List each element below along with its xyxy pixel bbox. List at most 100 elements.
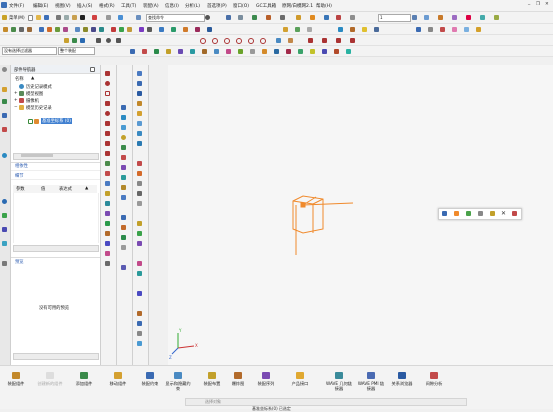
details-header[interactable] [11,172,100,180]
chamfer-icon[interactable] [83,27,88,32]
intersect-icon[interactable] [55,27,60,32]
orient-icon[interactable] [137,311,142,316]
edit-parameters-icon[interactable] [442,211,447,216]
process-studio-tab-icon[interactable] [2,227,7,232]
lip-icon[interactable] [121,235,126,240]
sketch-circle-4-icon[interactable] [236,38,242,44]
revolve-icon[interactable] [11,27,16,32]
mirror-icon[interactable] [119,27,124,32]
snap-pole-icon[interactable] [250,49,255,54]
column-name-header[interactable]: 名称 [15,76,24,82]
section-curve-icon[interactable] [105,251,110,256]
shaded-icon[interactable] [416,27,421,32]
shell-icon[interactable] [91,27,96,32]
copy-icon[interactable] [64,15,69,20]
dart-icon[interactable] [121,225,126,230]
background-icon[interactable] [374,27,379,32]
assembly-navigator-tab-icon[interactable] [2,87,7,92]
static-wire-icon[interactable] [137,201,142,206]
face-analysis-icon[interactable] [137,231,142,236]
cylinder-icon[interactable] [121,115,126,120]
repeat-icon[interactable] [118,15,123,20]
layer-icon[interactable] [280,15,285,20]
command-relationship-browser[interactable]: 关系浏览器 [388,372,416,386]
menu-file[interactable]: 文件(F) [9,3,24,9]
derived-line-icon[interactable] [105,201,110,206]
dimension-icon[interactable] [288,38,293,43]
orient-view-icon[interactable] [266,15,271,20]
material-icon[interactable] [350,27,355,32]
command-assembly-components[interactable]: 装配组件 [2,372,30,386]
redo-icon[interactable] [106,15,111,20]
expand-icon[interactable]: + [14,98,18,103]
command-clearance-analysis[interactable]: 间隙分析 [420,372,448,386]
menu-tools[interactable]: 工具(T) [121,3,136,9]
bridge-icon[interactable] [121,265,126,270]
zoom-input[interactable]: 1 [378,14,411,22]
system-materials-tab-icon[interactable] [2,213,7,218]
mirror-curve-icon[interactable] [105,151,110,156]
display-mode-icon[interactable] [252,15,257,20]
draft-icon[interactable] [99,27,104,32]
undo-icon[interactable] [92,15,97,20]
sketch-circle-6-icon[interactable] [260,38,266,44]
groove-icon[interactable] [121,165,126,170]
snap-point-icon[interactable] [295,27,300,32]
command-product-interface[interactable]: 产品接口 [286,372,314,386]
collapse-icon[interactable]: − [14,105,18,110]
command-wave-geometry-linker[interactable]: WAVE 几何链接器 [324,372,354,391]
camera-view-icon[interactable] [137,291,142,296]
delete-icon[interactable] [80,15,85,20]
wcs-icon[interactable] [310,15,315,20]
reuse-library-tab-icon[interactable] [2,127,7,132]
prompt-input[interactable]: 选择对象 [205,399,221,405]
make-corner-icon[interactable] [105,191,110,196]
refresh-icon[interactable] [137,341,142,346]
menu-button-label[interactable]: 菜单(M) [9,15,25,21]
cut-icon[interactable] [56,15,61,20]
command-exploded-views[interactable]: 爆炸图 [224,372,252,386]
slot-icon[interactable] [121,175,126,180]
window-icon[interactable] [136,15,141,20]
save-icon[interactable] [44,15,49,20]
shade-only-icon[interactable] [137,171,142,176]
csys-dialog-icon[interactable] [454,211,459,216]
command-wave-pmi-linker[interactable]: WAVE PMI 链接器 [356,372,386,391]
command-assembly-sequencing[interactable]: 装配序列 [252,372,280,386]
assembly-nav-icon[interactable] [64,38,69,43]
spline-curve-icon[interactable] [105,221,110,226]
pattern-icon[interactable] [111,27,116,32]
quick-extend-icon[interactable] [105,181,110,186]
preview-label[interactable]: 预览 [15,259,24,265]
partial-shade-icon[interactable] [137,241,142,246]
delete-feature-icon[interactable]: ✕ [501,210,506,217]
menu-info[interactable]: 信息(I) [165,3,179,9]
assembly-scope-select[interactable]: 整个装配 [58,47,95,55]
command-finder-input[interactable]: 查找命令 [146,14,205,22]
scrollbar-thumb[interactable] [21,154,53,157]
details-column-parameter[interactable]: 参数 [16,186,25,192]
view-top-icon[interactable] [137,81,142,86]
snap-arc-center-icon[interactable] [334,49,339,54]
trim-curve-icon[interactable] [322,38,327,43]
snap-point-on-surface-icon[interactable] [346,49,351,54]
sketch-line-icon[interactable] [96,38,101,43]
rib-icon[interactable] [121,155,126,160]
tube-icon[interactable] [121,145,126,150]
fillet-icon[interactable] [105,121,110,126]
view-front-icon[interactable] [137,71,142,76]
system-scenes-tab-icon[interactable] [2,261,7,266]
sketch-circle-icon[interactable] [200,38,206,44]
fillet-curve-icon[interactable] [350,38,355,43]
open-file-icon[interactable] [36,15,41,20]
paste-icon[interactable] [72,15,77,20]
perspective-icon[interactable] [137,331,142,336]
datum-icon[interactable] [283,27,288,32]
edit-display-icon[interactable] [466,211,471,216]
snap-center-icon[interactable] [166,49,171,54]
zoom-window-icon[interactable] [424,15,429,20]
menu-gc-toolbox[interactable]: GC工具箱 [256,3,276,9]
view-bottom-icon[interactable] [137,131,142,136]
hole-icon[interactable] [19,27,24,32]
sketch-arc-icon[interactable] [106,38,111,43]
